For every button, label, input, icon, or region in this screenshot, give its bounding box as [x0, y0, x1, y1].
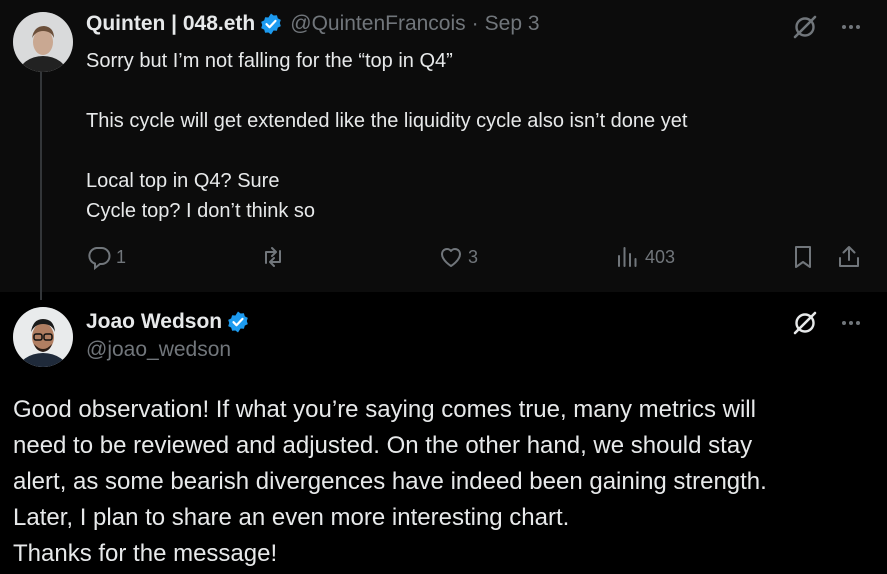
- tweet1-header: Quinten | 048.eth @QuintenFrancois · Sep…: [86, 12, 540, 36]
- text-line: Later, I plan to share an even more inte…: [13, 504, 570, 531]
- text-line: This cycle will get extended like the li…: [86, 110, 688, 132]
- text-line: Sorry but I’m not falling for the “top i…: [86, 50, 453, 72]
- tweet2-top-actions: [791, 309, 863, 337]
- author-handle[interactable]: @joao_wedson: [86, 338, 250, 362]
- tweet1-top-actions: [791, 13, 863, 41]
- tweet2-header: Joao Wedson @joao_wedson: [86, 310, 250, 362]
- share-icon: [839, 246, 859, 267]
- more-icon[interactable]: [839, 311, 863, 335]
- verified-badge-icon: [259, 12, 283, 36]
- retweet-icon: [265, 247, 281, 267]
- avatar-joao[interactable]: [13, 307, 73, 367]
- avatar-quinten[interactable]: [13, 12, 73, 72]
- retweet-button[interactable]: [260, 244, 290, 270]
- text-line: Thanks for the message!: [13, 540, 278, 567]
- reply-icon: [88, 247, 111, 270]
- reply-count: 1: [116, 246, 127, 267]
- more-icon[interactable]: [839, 15, 863, 39]
- views-button[interactable]: 403: [615, 244, 675, 270]
- tweet-date[interactable]: Sep 3: [485, 12, 540, 36]
- author-name[interactable]: Joao Wedson: [86, 310, 222, 334]
- author-name[interactable]: Quinten | 048.eth: [86, 12, 255, 36]
- grok-icon[interactable]: [791, 309, 819, 337]
- grok-icon[interactable]: [791, 13, 819, 41]
- text-line: Good observation! If what you’re saying …: [13, 396, 756, 423]
- reply-button[interactable]: 1: [86, 244, 126, 270]
- tweet2-text: Good observation! If what you’re saying …: [13, 392, 873, 572]
- text-line: [86, 76, 846, 106]
- text-line: Local top in Q4? Sure: [86, 170, 280, 192]
- tweet1-action-bar: 1 3 403: [0, 244, 887, 274]
- text-line: need to be reviewed and adjusted. On the…: [13, 432, 753, 459]
- bookmark-icon: [795, 246, 811, 268]
- date-separator: ·: [471, 12, 479, 35]
- text-line: Cycle top? I don’t think so: [86, 200, 316, 222]
- share-button[interactable]: [836, 244, 866, 270]
- author-handle[interactable]: @QuintenFrancois: [290, 12, 465, 36]
- text-line: [86, 136, 846, 166]
- like-button[interactable]: 3: [438, 244, 478, 270]
- like-icon: [441, 248, 461, 267]
- like-count: 3: [468, 246, 479, 267]
- tweet1-text: Sorry but I’m not falling for the “top i…: [86, 46, 846, 226]
- verified-badge-icon: [226, 310, 250, 334]
- views-count: 403: [645, 246, 676, 267]
- views-icon: [618, 247, 637, 267]
- tweet-original[interactable]: Quinten | 048.eth @QuintenFrancois · Sep…: [0, 0, 887, 300]
- text-line: alert, as some bearish divergences have …: [13, 468, 767, 495]
- bookmark-button[interactable]: [790, 244, 820, 270]
